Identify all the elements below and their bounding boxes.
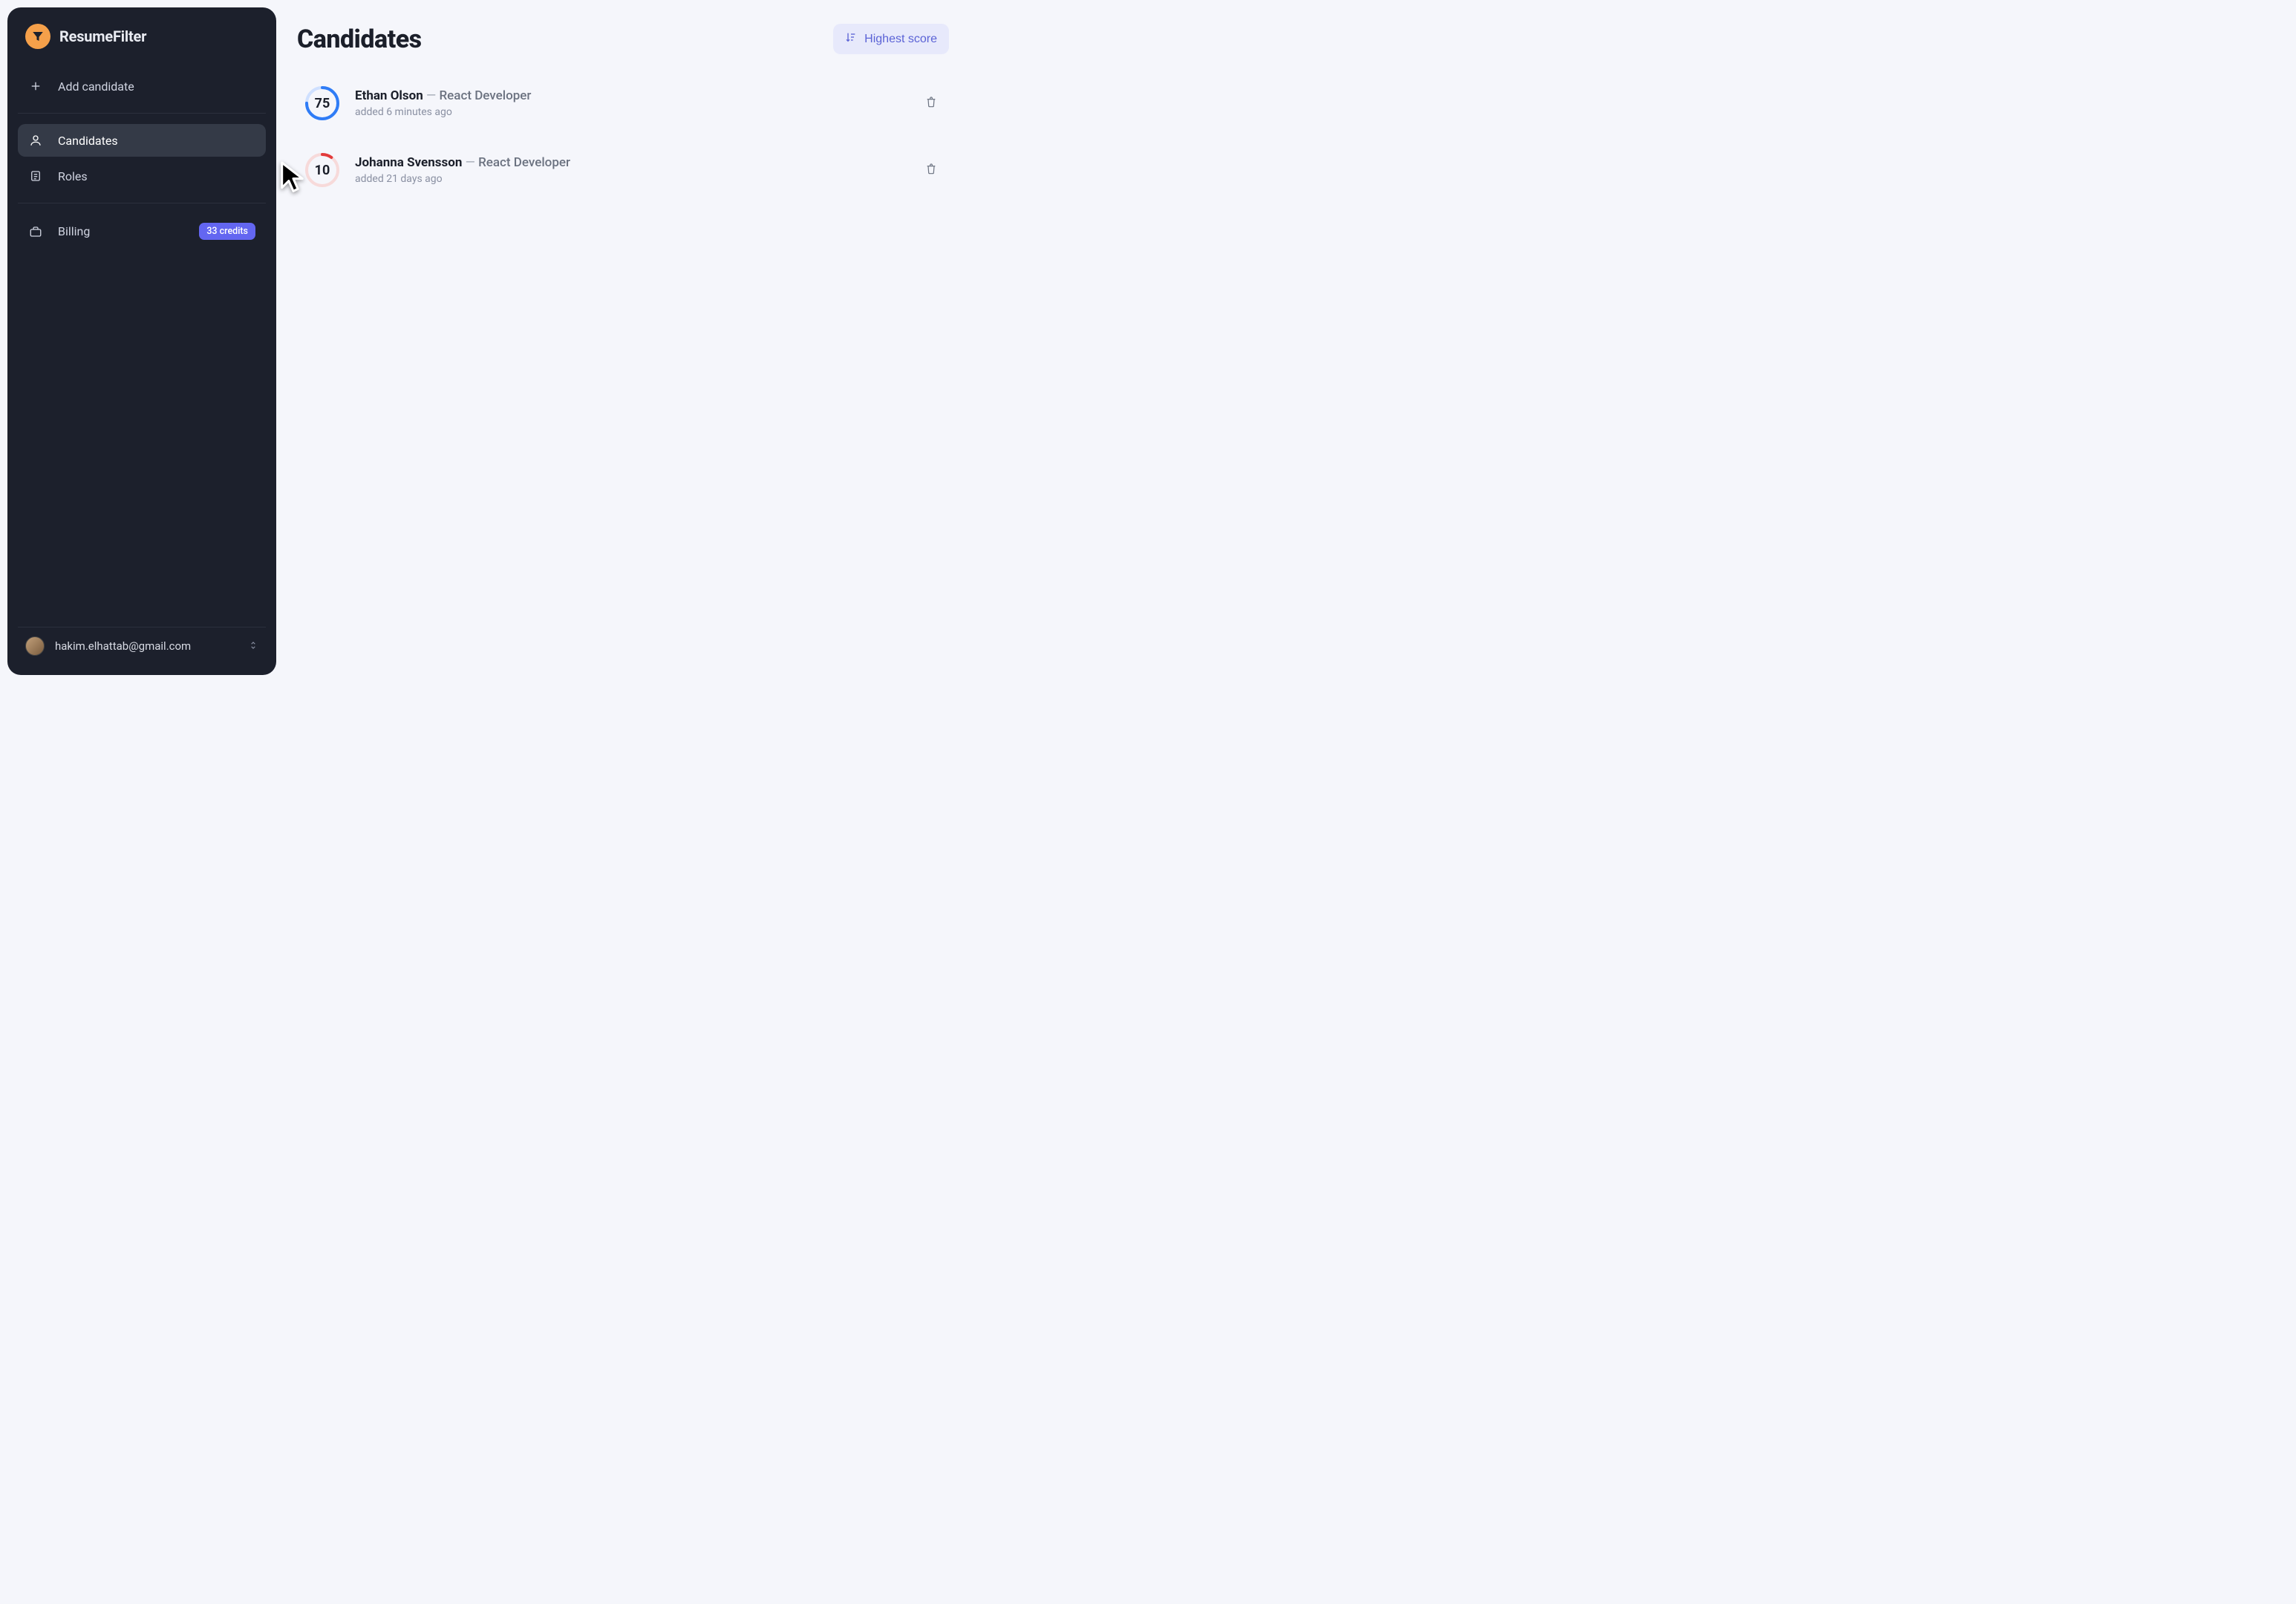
sort-label: Highest score — [864, 33, 937, 46]
candidate-role: React Developer — [478, 155, 570, 170]
main: Candidates Highest score 75 — [276, 7, 970, 675]
sidebar-item-candidates[interactable]: Candidates — [18, 124, 266, 157]
avatar — [25, 636, 45, 656]
sidebar: ResumeFilter Add candidate Candidates — [7, 7, 276, 675]
candidate-name: Johanna Svensson — [355, 155, 462, 170]
add-candidate-label: Add candidate — [58, 79, 134, 94]
brand: ResumeFilter — [18, 24, 266, 67]
add-candidate-button[interactable]: Add candidate — [18, 70, 266, 102]
sidebar-item-label: Roles — [58, 169, 88, 183]
logo-icon — [25, 24, 50, 49]
sidebar-item-roles[interactable]: Roles — [18, 160, 266, 192]
trash-icon — [925, 163, 937, 177]
plus-icon — [28, 79, 43, 94]
candidate-added: added 6 minutes ago — [355, 106, 906, 118]
trash-icon — [925, 96, 937, 111]
sidebar-item-label: Billing — [58, 224, 90, 238]
user-icon — [28, 133, 43, 148]
sort-icon — [845, 31, 857, 47]
candidates-list: 75 Ethan Olson — React Developer added 6… — [297, 75, 949, 198]
delete-button[interactable] — [921, 160, 942, 180]
sort-button[interactable]: Highest score — [833, 24, 949, 54]
candidate-added: added 21 days ago — [355, 173, 906, 185]
candidate-role: React Developer — [439, 88, 531, 103]
brand-name: ResumeFilter — [59, 27, 146, 45]
list-icon — [28, 169, 43, 183]
candidate-name: Ethan Olson — [355, 88, 423, 103]
divider — [18, 113, 266, 114]
sidebar-item-label: Candidates — [58, 134, 118, 148]
delete-button[interactable] — [921, 93, 942, 114]
candidate-row[interactable]: 75 Ethan Olson — React Developer added 6… — [297, 75, 949, 131]
candidate-row[interactable]: 10 Johanna Svensson — React Developer ad… — [297, 142, 949, 198]
score-ring: 10 — [304, 152, 340, 188]
score-ring: 75 — [304, 85, 340, 121]
page-title: Candidates — [297, 25, 422, 54]
briefcase-icon — [28, 224, 43, 239]
chevron-updown-icon — [248, 639, 258, 653]
credits-badge: 33 credits — [199, 223, 255, 240]
sidebar-item-billing[interactable]: Billing 33 credits — [18, 214, 266, 249]
account-email: hakim.elhattab@gmail.com — [55, 639, 238, 653]
account-menu[interactable]: hakim.elhattab@gmail.com — [18, 627, 266, 665]
